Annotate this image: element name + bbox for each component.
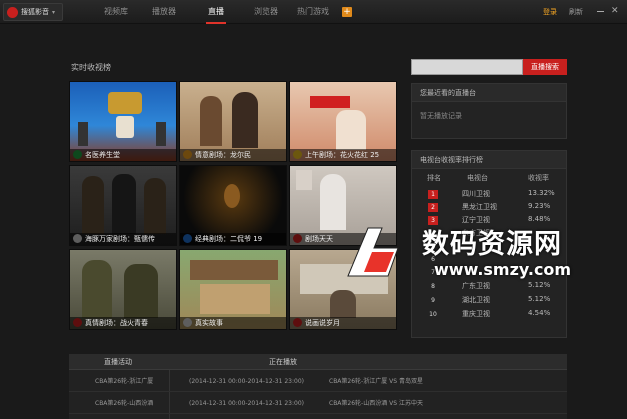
activity-match: CBA第26轮-山西汾酒 VS 江苏中天 <box>329 400 423 407</box>
nav-hot-games[interactable]: 热门游戏 <box>297 0 329 24</box>
channel-label: 情意剧场：龙尔民 <box>180 149 286 161</box>
activity-time: (2014-12-31 00:00-2014-12-31 23:00) <box>189 400 304 407</box>
channel-tile[interactable]: 经典剧场：二侃爷 19 <box>179 165 287 246</box>
channel-grid: 名医养生堂 情意剧场：龙尔民 上午剧场：花火花红 25 海豚万家剧场：甄儒传 经… <box>69 81 397 330</box>
channel-tile[interactable]: 真情剧场：战火青春 <box>69 249 177 330</box>
rank-number: 7 <box>431 269 435 276</box>
recent-panel-title: 您最近看的直播台 <box>412 84 566 102</box>
station-rate: 13.32% <box>528 189 555 197</box>
channel-label: 名医养生堂 <box>70 149 176 161</box>
channel-label: 剧场天天 <box>290 233 396 245</box>
station-rate: 5.12% <box>528 281 551 289</box>
station-name: 广东卫视 <box>462 282 490 290</box>
sohu-logo-icon <box>7 6 18 18</box>
rank-header: 排名 <box>427 174 441 182</box>
close-icon[interactable]: ✕ <box>611 6 619 16</box>
channel-label: 真实故事 <box>180 317 286 329</box>
station-header: 电视台 <box>467 174 488 182</box>
ranking-row[interactable]: 5 <box>412 241 568 253</box>
now-playing-header: 正在播放 <box>269 358 297 366</box>
channel-tile[interactable]: 剧场天天 <box>289 165 397 246</box>
channel-tile[interactable]: 情意剧场：龙尔民 <box>179 81 287 162</box>
rank-number: 2 <box>428 203 438 212</box>
top-bar: 搜狐影音 ▾ 视频库 播放器 直播 浏览器 热门游戏 + 登录 刷新 ✕ <box>0 0 627 24</box>
ranking-row[interactable]: 9 湖北卫视 5.12% <box>412 295 568 307</box>
channel-label: 上午剧场：花火花红 25 <box>290 149 396 161</box>
add-tab-button[interactable]: + <box>342 7 352 17</box>
ranking-row[interactable]: 3 辽宁卫视 8.48% <box>412 215 568 227</box>
station-name: 四川卫视 <box>462 190 490 198</box>
schedule-header: 直播活动 正在播放 <box>69 354 567 370</box>
channel-tile[interactable]: 海豚万家剧场：甄儒传 <box>69 165 177 246</box>
recent-empty-text: 暂无播放记录 <box>420 112 462 120</box>
activity-title: CBA第26轮-浙江广厦 <box>95 378 154 385</box>
ratings-ranking-panel: 电视台收视率排行榜 排名 电视台 收视率 1 四川卫视 13.32% 2 黑龙江… <box>411 150 567 338</box>
nav-live[interactable]: 直播 <box>206 0 226 24</box>
station-name: 重庆卫视 <box>462 310 490 318</box>
ranking-row[interactable]: 10 重庆卫视 4.54% <box>412 309 568 321</box>
schedule-row[interactable]: CBA第26轮-浙江广厦 (2014-12-31 00:00-2014-12-3… <box>69 372 567 392</box>
minimize-icon[interactable] <box>597 11 604 12</box>
live-activity-header: 直播活动 <box>104 358 132 366</box>
station-rate: 4.54% <box>528 309 551 317</box>
rank-number: 5 <box>431 243 435 250</box>
nav-player[interactable]: 播放器 <box>152 0 176 24</box>
ranking-row[interactable]: 2 黑龙江卫视 9.23% <box>412 202 568 214</box>
channel-tile[interactable]: 真实故事 <box>179 249 287 330</box>
ranking-row[interactable]: 6 <box>412 254 568 266</box>
live-schedule-table: 直播活动 正在播放 CBA第26轮-浙江广厦 (2014-12-31 00:00… <box>69 354 567 419</box>
ranking-row[interactable]: 4 东方卫视 <box>412 228 568 240</box>
ranking-row[interactable]: 7 <box>412 267 568 279</box>
schedule-row[interactable]: CBA第26轮-山西汾酒 (2014-12-31 00:00-2014-12-3… <box>69 394 567 414</box>
ranking-row[interactable]: 8 广东卫视 5.12% <box>412 281 568 293</box>
station-name: 东方卫视 <box>462 229 490 237</box>
station-name: 湖北卫视 <box>462 296 490 304</box>
channel-label: 说画说岁月 <box>290 317 396 329</box>
channel-tile[interactable]: 名医养生堂 <box>69 81 177 162</box>
channel-label: 海豚万家剧场：甄儒传 <box>70 233 176 245</box>
nav-browser[interactable]: 浏览器 <box>254 0 278 24</box>
ranking-row[interactable]: 1 四川卫视 13.32% <box>412 189 568 201</box>
live-search-input[interactable] <box>411 59 523 75</box>
rank-number: 10 <box>429 311 437 318</box>
rank-number: 8 <box>431 283 435 290</box>
live-search-button[interactable]: 直播搜索 <box>523 59 567 75</box>
station-name: 辽宁卫视 <box>462 216 490 224</box>
rank-number: 4 <box>431 230 435 237</box>
rank-number: 6 <box>431 256 435 263</box>
recent-channels-panel: 您最近看的直播台 暂无播放记录 <box>411 83 567 139</box>
ranking-header-row: 排名 电视台 收视率 <box>412 173 568 185</box>
login-link[interactable]: 登录 <box>543 0 557 24</box>
app-name: 搜狐影音 <box>21 8 49 16</box>
channel-label: 经典剧场：二侃爷 19 <box>180 233 286 245</box>
refresh-link[interactable]: 刷新 <box>569 0 583 24</box>
station-rate: 5.12% <box>528 295 551 303</box>
section-title: 实时收视榜 <box>71 63 111 72</box>
activity-match: CBA第26轮-浙江广厦 VS 青岛双星 <box>329 378 423 385</box>
ranking-panel-title: 电视台收视率排行榜 <box>412 151 566 169</box>
chevron-down-icon: ▾ <box>52 8 56 16</box>
station-rate: 9.23% <box>528 202 551 210</box>
rank-number: 9 <box>431 297 435 304</box>
channel-tile[interactable]: 说画说岁月 <box>289 249 397 330</box>
channel-tile[interactable]: 上午剧场：花火花红 25 <box>289 81 397 162</box>
station-rate: 8.48% <box>528 215 551 223</box>
station-name: 黑龙江卫视 <box>462 203 497 211</box>
rank-number: 1 <box>428 190 438 199</box>
activity-time: (2014-12-31 00:00-2014-12-31 23:00) <box>189 378 304 385</box>
activity-title: CBA第26轮-山西汾酒 <box>95 400 154 407</box>
rate-header: 收视率 <box>528 174 549 182</box>
nav-video-library[interactable]: 视频库 <box>104 0 128 24</box>
rank-number: 3 <box>428 216 438 225</box>
app-logo-menu[interactable]: 搜狐影音 ▾ <box>3 3 63 21</box>
channel-label: 真情剧场：战火青春 <box>70 317 176 329</box>
